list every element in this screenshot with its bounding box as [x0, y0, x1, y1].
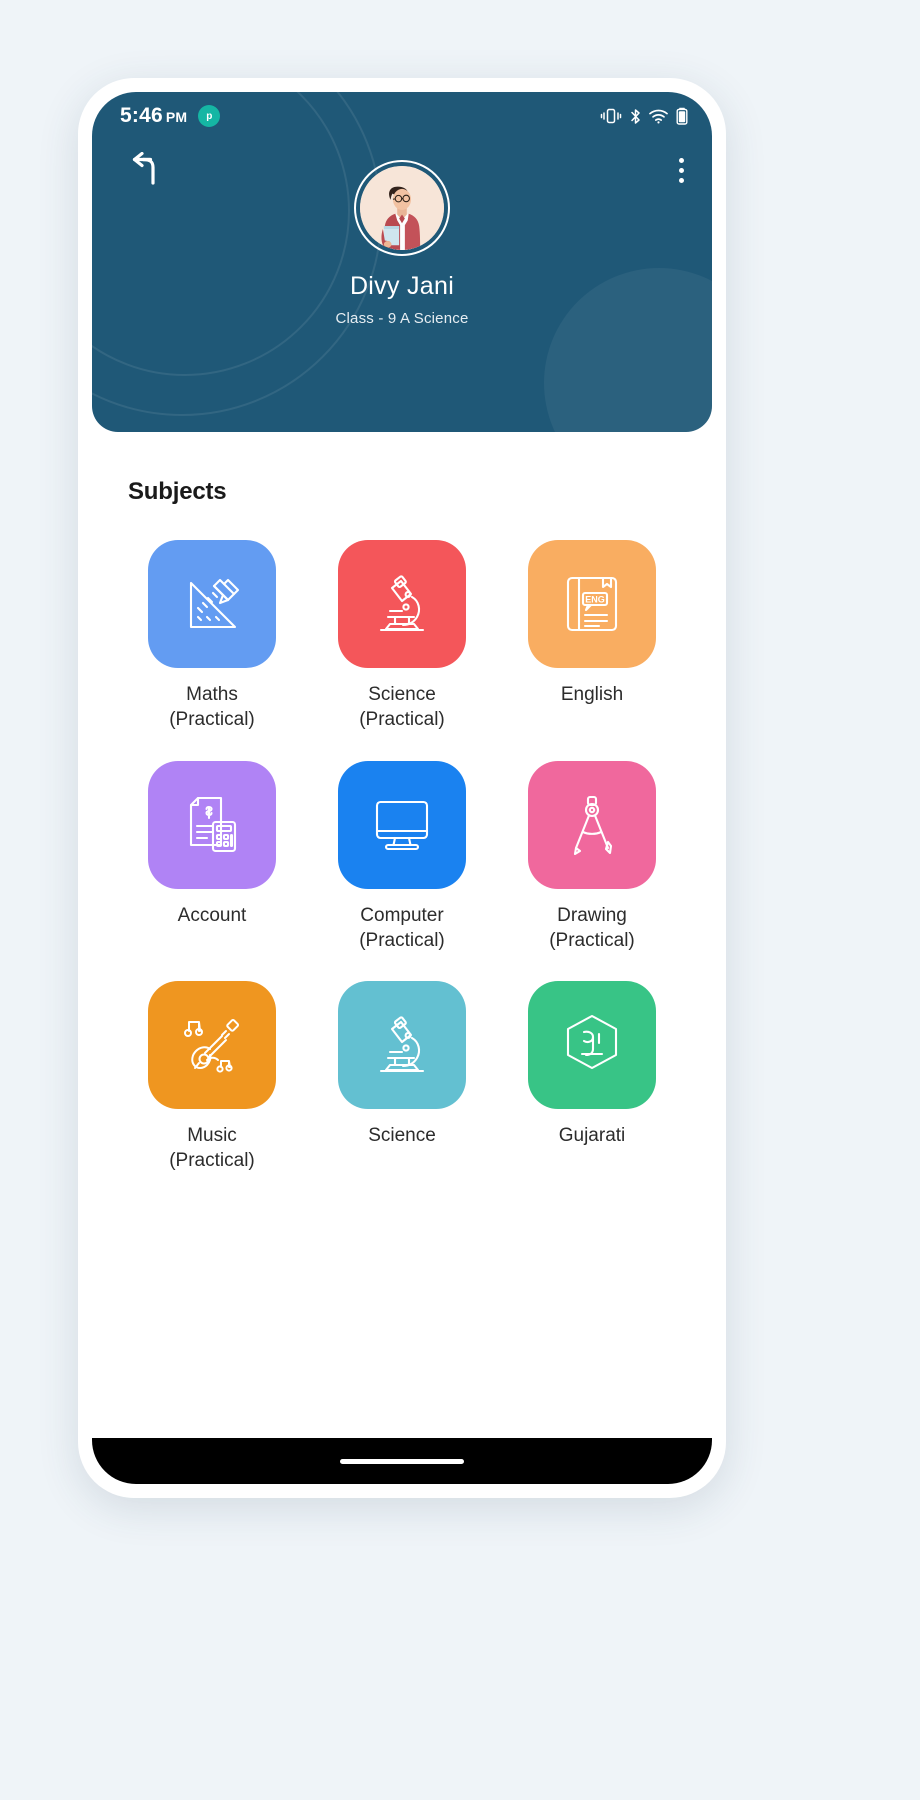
svg-text:ENG: ENG: [585, 595, 605, 605]
profile-header: 5:46 PM p Divy Jani Class - 9 A Science: [92, 92, 712, 432]
menu-dot: [679, 178, 684, 183]
tile-icon-background: [338, 760, 466, 889]
tile-icon-background: [528, 760, 656, 889]
subject-label: Science (Practical): [359, 684, 445, 731]
tile-icon-background: [528, 981, 656, 1110]
subject-tile-english[interactable]: ENG English: [508, 540, 676, 733]
subject-tile-computer[interactable]: Computer (Practical): [318, 760, 486, 954]
subject-label: Drawing (Practical): [549, 904, 635, 951]
profile-block: Divy Jani Class - 9 A Science: [92, 160, 712, 327]
microscope-icon: [368, 570, 436, 638]
page-title: Divy Jani: [349, 272, 455, 300]
tile-icon-background: [148, 981, 276, 1110]
tile-icon-background: [338, 981, 466, 1110]
phone-screen: 5:46 PM p Divy Jani Class - 9 A Science …: [92, 92, 712, 1484]
menu-dot: [679, 158, 684, 163]
status-clock: 5:46 PM: [120, 104, 187, 128]
status-bar: 5:46 PM p: [92, 92, 712, 140]
tile-icon-background: [148, 540, 276, 668]
compass-divider-icon: [559, 792, 625, 858]
status-bar-right: [600, 107, 688, 125]
monitor-icon: [367, 790, 437, 860]
subjects-section: Subjects Maths (Practical) Science (Prac…: [92, 478, 712, 1174]
avatar: [360, 166, 444, 250]
subject-label: Computer (Practical): [359, 904, 445, 951]
subject-label: Account: [177, 904, 247, 926]
subject-label: Maths (Practical): [169, 684, 255, 731]
subjects-grid: Maths (Practical) Science (Practical) EN…: [128, 540, 676, 1174]
vibrate-icon: [600, 108, 622, 124]
tile-icon-background: [338, 540, 466, 668]
battery-icon: [676, 107, 688, 125]
section-title: Subjects: [128, 478, 227, 505]
clock-time: 5:46: [120, 104, 163, 127]
guitar-music-icon: [177, 1010, 247, 1080]
subject-label: Music (Practical): [169, 1125, 255, 1172]
invoice-calculator-icon: [178, 791, 246, 859]
app-badge-label: p: [206, 110, 213, 122]
subject-tile-science-practical[interactable]: Science (Practical): [318, 540, 486, 733]
bluetooth-icon: [630, 108, 641, 125]
more-vertical-icon[interactable]: [679, 158, 684, 183]
avatar-ring[interactable]: [354, 160, 450, 256]
subject-tile-science[interactable]: Science: [318, 981, 486, 1174]
subject-tile-gujarati[interactable]: Gujarati: [508, 981, 676, 1174]
header-body: Divy Jani Class - 9 A Science: [92, 140, 712, 327]
subject-tile-account[interactable]: Account: [128, 760, 296, 954]
tile-icon-background: ENG: [528, 540, 656, 668]
english-book-icon: ENG: [559, 571, 625, 637]
gujarati-letter-icon: [557, 1010, 627, 1080]
subject-label: English: [560, 684, 624, 705]
back-arrow-icon[interactable]: [120, 151, 166, 195]
subject-tile-maths[interactable]: Maths (Practical): [128, 540, 296, 733]
tile-icon-background: [148, 760, 276, 889]
subject-label: Science: [368, 1125, 436, 1147]
subject-label: Gujarati: [558, 1125, 626, 1147]
wifi-icon: [649, 109, 668, 124]
microscope-icon: [368, 1011, 436, 1079]
app-notification-badge: p: [198, 105, 221, 127]
subject-tile-music[interactable]: Music (Practical): [128, 981, 296, 1174]
status-bar-left: 5:46 PM p: [120, 104, 221, 128]
home-indicator[interactable]: [340, 1458, 464, 1464]
clock-ampm: PM: [165, 109, 188, 125]
menu-dot: [679, 168, 684, 173]
user-class-label: Class - 9 A Science: [335, 310, 469, 327]
subject-tile-drawing[interactable]: Drawing (Practical): [508, 760, 676, 954]
ruler-pencil-icon: [176, 568, 248, 640]
system-navigation-bar: [92, 1438, 712, 1484]
phone-frame: 5:46 PM p Divy Jani Class - 9 A Science …: [78, 78, 726, 1498]
